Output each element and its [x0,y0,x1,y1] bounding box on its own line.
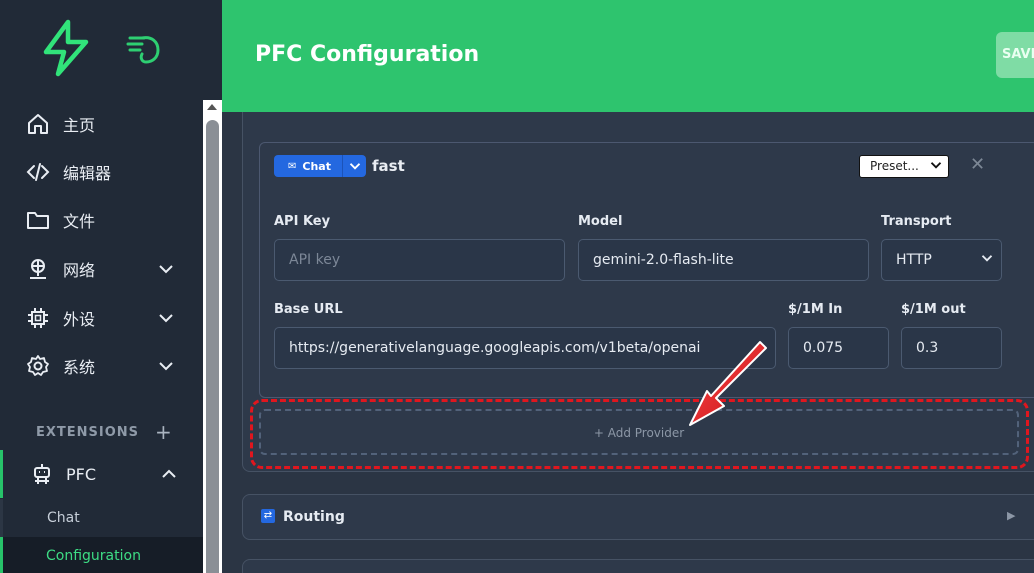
robot-icon [34,464,50,484]
sidebar-item-home[interactable]: 主页 [0,100,203,148]
chevron-down-icon[interactable] [158,358,174,374]
base-url-label: Base URL [274,302,343,317]
routing-panel[interactable]: ⇄ Routing ▶ [242,494,1034,540]
preset-select[interactable]: Preset... [859,155,949,178]
sidebar-item-label: PFC [66,464,97,484]
sidebar-scrollbar-thumb[interactable] [206,120,219,573]
network-icon [30,259,46,279]
chevron-down-icon[interactable] [158,310,174,326]
logo-row [0,0,222,100]
sidebar-item-network[interactable]: 网络 [0,245,203,293]
add-extension-button[interactable]: + [155,420,172,444]
sidebar-item-files[interactable]: 文件 [0,196,203,244]
sidebar: 主页 编辑器 文件 网络 外设 系统 EXTENSIONS + PFC Chat… [0,0,222,573]
collapsed-panel[interactable] [242,559,1034,573]
code-icon [26,163,50,181]
price-out-label: $/1M out [901,302,966,317]
sidebar-item-label: 网络 [63,261,96,280]
sidebar-item-label: 编辑器 [63,164,112,183]
sidebar-item-peripherals[interactable]: 外设 [0,294,203,342]
scroll-up-arrow-icon[interactable] [207,104,217,110]
pointing-hand-icon[interactable] [124,30,164,66]
chevron-down-icon [981,255,993,262]
home-icon [28,114,48,134]
sidebar-item-label: 系统 [63,358,96,377]
sidebar-item-label: 文件 [63,212,96,231]
close-icon[interactable]: ✕ [970,154,985,175]
sidebar-subitem-label: Configuration [46,548,141,564]
chevron-down-icon[interactable] [158,261,174,277]
sidebar-item-pfc[interactable]: PFC [0,450,203,498]
chip-icon [28,308,48,328]
folder-icon [27,212,49,229]
api-key-label: API Key [274,214,331,229]
main-content: ✉ Chat fast Preset... ✕ API Key API key … [222,112,1034,573]
chat-bubble-icon: ✉ [288,160,297,172]
save-button[interactable]: SAVE [996,32,1034,78]
provider-type-label: Chat [302,159,331,173]
preset-select-value: Preset... [870,159,919,173]
transport-select[interactable]: HTTP [881,239,1002,281]
chevron-down-icon [342,155,366,177]
sidebar-subitem-label: Chat [47,510,80,526]
transport-label: Transport [881,214,952,229]
api-key-input[interactable]: API key [274,239,565,281]
chevron-up-icon[interactable] [161,466,177,482]
sidebar-subitem-chat[interactable]: Chat [0,499,203,537]
page-header: PFC Configuration SAVE [222,0,1034,112]
extensions-title: EXTENSIONS [36,425,140,440]
sidebar-subitem-configuration[interactable]: Configuration [0,537,203,573]
sidebar-item-label: 主页 [63,116,96,135]
provider-name[interactable]: fast [372,157,405,175]
transport-select-value: HTTP [896,252,932,268]
annotation-highlight-box [250,399,1029,469]
model-input[interactable]: gemini-2.0-flash-lite [578,239,869,281]
sidebar-item-label: 外设 [63,310,96,329]
page-title: PFC Configuration [255,42,480,67]
routing-label: Routing [283,509,345,525]
price-in-input[interactable]: 0.075 [788,327,889,369]
sidebar-item-system[interactable]: 系统 [0,342,203,390]
lightning-bolt-icon[interactable] [34,16,98,80]
shuffle-icon: ⇄ [261,509,275,523]
gear-icon [27,355,49,376]
sidebar-item-editor[interactable]: 编辑器 [0,148,203,196]
price-out-input[interactable]: 0.3 [901,327,1002,369]
model-label: Model [578,214,623,229]
expand-arrow-icon: ▶ [1007,509,1016,522]
base-url-input[interactable]: https://generativelanguage.googleapis.co… [274,327,776,369]
chevron-down-icon [930,162,942,169]
price-in-label: $/1M In [788,302,843,317]
provider-type-select[interactable]: ✉ Chat [274,155,366,177]
